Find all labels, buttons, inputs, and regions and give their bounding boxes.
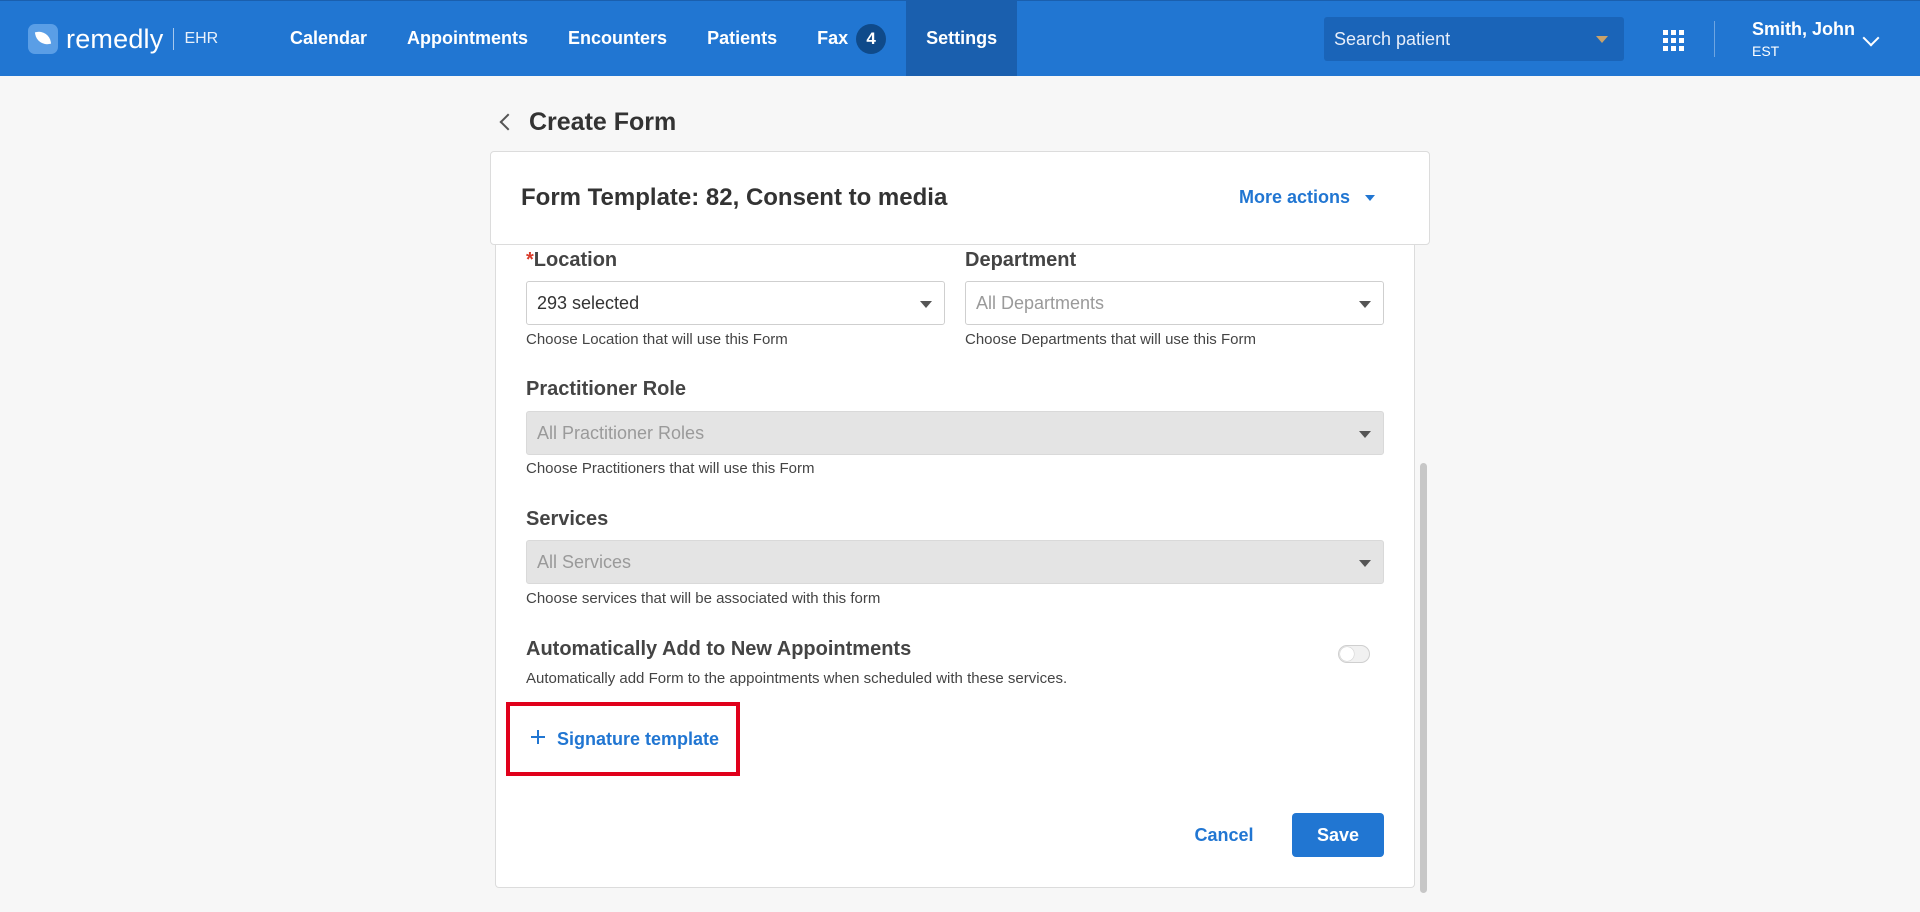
caret-down-icon xyxy=(1359,431,1371,438)
page-title: Create Form xyxy=(529,108,677,136)
nav-settings-label: Settings xyxy=(926,28,998,48)
nav-appointments-label: Appointments xyxy=(407,28,529,48)
cancel-button[interactable]: Cancel xyxy=(1182,813,1266,857)
brand-name: remedly xyxy=(66,23,164,54)
practitioner-role-select[interactable]: All Practitioner Roles xyxy=(526,411,1384,455)
form-template-title: Form Template: 82, Consent to media xyxy=(521,184,948,211)
caret-down-icon[interactable] xyxy=(1365,195,1375,201)
search-patient-input[interactable]: Search patient xyxy=(1324,17,1624,61)
services-placeholder: All Services xyxy=(537,551,632,572)
user-timezone: EST xyxy=(1752,43,1780,59)
user-name: Smith, John xyxy=(1752,19,1855,39)
nav-encounters[interactable]: Encounters xyxy=(548,1,687,76)
nav-settings[interactable]: Settings xyxy=(906,1,1018,76)
brand-sub: EHR xyxy=(184,30,219,47)
plus-icon[interactable] xyxy=(529,728,547,746)
required-marker: * xyxy=(526,249,534,271)
department-placeholder: All Departments xyxy=(976,292,1105,313)
back-arrow-icon[interactable] xyxy=(499,113,517,131)
practitioner-role-helper: Choose Practitioners that will use this … xyxy=(526,460,815,477)
topbar-divider xyxy=(1714,21,1715,57)
search-patient-placeholder: Search patient xyxy=(1334,28,1451,49)
services-select[interactable]: All Services xyxy=(526,540,1384,584)
form-template-header: Form Template: 82, Consent to media More… xyxy=(490,151,1430,245)
chevron-down-icon[interactable] xyxy=(1862,29,1880,47)
more-actions-button[interactable]: More actions xyxy=(1239,187,1350,208)
auto-add-label: Automatically Add to New Appointments xyxy=(526,638,912,660)
caret-down-icon xyxy=(1359,560,1371,567)
nav-patients-label: Patients xyxy=(707,28,778,48)
nav-calendar-label: Calendar xyxy=(290,28,368,48)
caret-down-icon xyxy=(1359,301,1371,308)
practitioner-role-label: Practitioner Role xyxy=(526,378,687,400)
practitioner-role-placeholder: All Practitioner Roles xyxy=(537,422,705,443)
department-label: Department xyxy=(965,249,1077,271)
chevron-down-icon xyxy=(1596,36,1608,43)
main-nav: Calendar Appointments Encounters Patient… xyxy=(270,1,1018,76)
location-helper: Choose Location that will use this Form xyxy=(526,331,788,348)
nav-fax-label: Fax xyxy=(817,28,849,48)
department-select[interactable]: All Departments xyxy=(965,281,1384,325)
nav-calendar[interactable]: Calendar xyxy=(270,1,387,76)
apps-grid-icon[interactable] xyxy=(1663,30,1684,51)
location-label-text: Location xyxy=(533,249,618,271)
department-helper: Choose Departments that will use this Fo… xyxy=(965,331,1256,348)
fax-count-badge: 4 xyxy=(856,23,887,54)
caret-down-icon xyxy=(920,301,932,308)
location-select[interactable]: 293 selected xyxy=(526,281,945,325)
save-button[interactable]: Save xyxy=(1292,813,1384,857)
nav-appointments[interactable]: Appointments xyxy=(387,1,548,76)
user-menu[interactable]: Smith, John EST xyxy=(1752,19,1855,59)
nav-fax[interactable]: Fax 4 xyxy=(797,1,906,76)
scrollbar-thumb[interactable] xyxy=(1420,463,1427,893)
location-value: 293 selected xyxy=(537,292,640,313)
nav-encounters-label: Encounters xyxy=(568,28,668,48)
location-label: *Location xyxy=(526,249,617,272)
auto-add-helper: Automatically add Form to the appointmen… xyxy=(526,670,1068,687)
services-label: Services xyxy=(526,508,609,530)
nav-patients[interactable]: Patients xyxy=(687,1,797,76)
add-signature-template-button[interactable]: Signature template xyxy=(557,729,719,750)
services-helper: Choose services that will be associated … xyxy=(526,590,881,607)
toggle-knob xyxy=(1340,647,1354,661)
top-navigation-bar: remedly EHR Calendar Appointments Encoun… xyxy=(0,0,1920,76)
brand-logo[interactable]: remedly EHR xyxy=(28,23,218,55)
leaf-logo-icon xyxy=(28,24,58,54)
brand-divider xyxy=(173,28,175,50)
auto-add-toggle[interactable] xyxy=(1338,645,1370,663)
